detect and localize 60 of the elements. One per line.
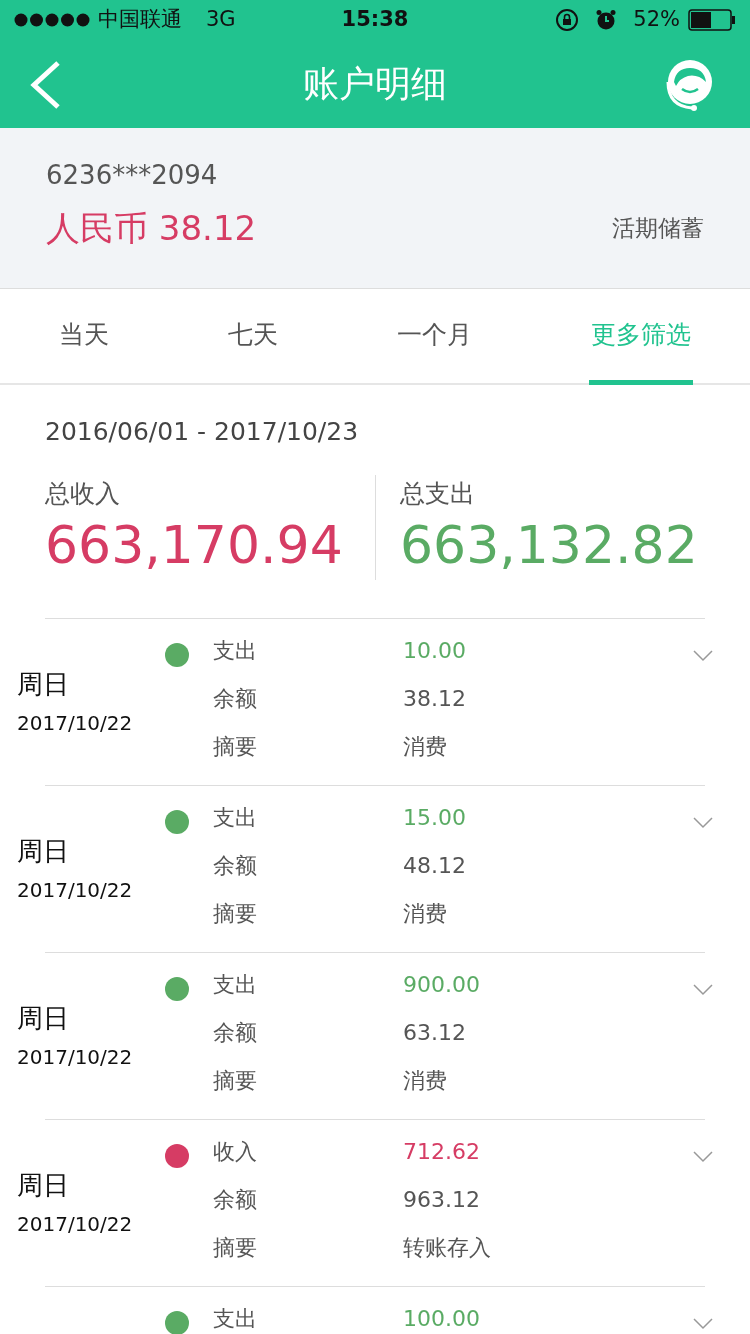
filter-tab[interactable]: 一个月 — [394, 289, 474, 385]
status-time: 15:38 — [341, 6, 409, 34]
network-type: 3G — [206, 6, 236, 34]
chevron-down-icon[interactable] — [693, 649, 713, 662]
row-label: 摘要 — [213, 1067, 258, 1095]
row-value: 900.00 — [403, 971, 481, 999]
battery-icon — [688, 9, 736, 31]
weekday: 周日 — [17, 1002, 70, 1035]
chevron-down-icon[interactable] — [693, 1150, 713, 1163]
page-title: 账户明细 — [303, 62, 447, 106]
carrier-name: 中国联通 — [98, 6, 182, 34]
transaction-date: 2017/10/22 — [17, 1211, 134, 1238]
rotation-lock-icon — [555, 8, 580, 32]
row-label: 摘要 — [213, 1234, 258, 1262]
filter-tab[interactable]: 七天 — [226, 289, 281, 385]
expense-total: 663,132.82 — [400, 514, 699, 577]
chevron-down-icon[interactable] — [693, 983, 713, 996]
row-value: 100.00 — [403, 1305, 481, 1333]
weekday: 周日 — [17, 668, 70, 701]
row-label: 支出 — [213, 1305, 258, 1333]
account-balance: 人民币 38.12 — [46, 207, 257, 250]
row-value: 转账存入 — [403, 1234, 492, 1262]
signal-icon — [14, 13, 90, 27]
row-label: 余额 — [213, 1019, 258, 1047]
weekday: 周日 — [17, 1169, 70, 1202]
weekday: 周日 — [17, 835, 70, 868]
chevron-down-icon[interactable] — [693, 1317, 713, 1330]
row-value: 15.00 — [403, 804, 467, 832]
row-label: 摘要 — [213, 900, 258, 928]
transaction-date: 2017/10/22 — [17, 1044, 134, 1071]
row-label: 余额 — [213, 1186, 258, 1214]
row-value: 10.00 — [403, 637, 467, 665]
row-value: 38.12 — [403, 685, 467, 713]
row-label: 余额 — [213, 852, 258, 880]
transaction-date: 2017/10/22 — [17, 710, 134, 737]
row-label: 收入 — [213, 1138, 258, 1166]
row-value: 消费 — [403, 900, 448, 928]
transaction-date: 2017/10/22 — [17, 877, 134, 904]
income-label: 总收入 — [45, 477, 121, 510]
alarm-icon — [595, 9, 618, 31]
row-value: 48.12 — [403, 852, 467, 880]
date-range: 2016/06/01 - 2017/10/23 — [45, 416, 360, 448]
chevron-down-icon[interactable] — [693, 816, 713, 829]
row-value: 消费 — [403, 1067, 448, 1095]
income-total: 663,170.94 — [45, 514, 344, 577]
row-label: 余额 — [213, 685, 258, 713]
back-button[interactable] — [28, 60, 62, 110]
account-number: 6236***2094 — [46, 159, 219, 192]
row-label: 支出 — [213, 971, 258, 999]
row-label: 支出 — [213, 804, 258, 832]
row-value: 63.12 — [403, 1019, 467, 1047]
row-value: 消费 — [403, 733, 448, 761]
battery-percent: 52% — [633, 6, 680, 34]
row-label: 摘要 — [213, 733, 258, 761]
filter-tab[interactable]: 当天 — [57, 289, 112, 385]
account-type: 活期储蓄 — [612, 214, 704, 244]
row-label: 支出 — [213, 637, 258, 665]
expense-label: 总支出 — [400, 477, 476, 510]
row-value: 712.62 — [403, 1138, 481, 1166]
row-value: 963.12 — [403, 1186, 481, 1214]
